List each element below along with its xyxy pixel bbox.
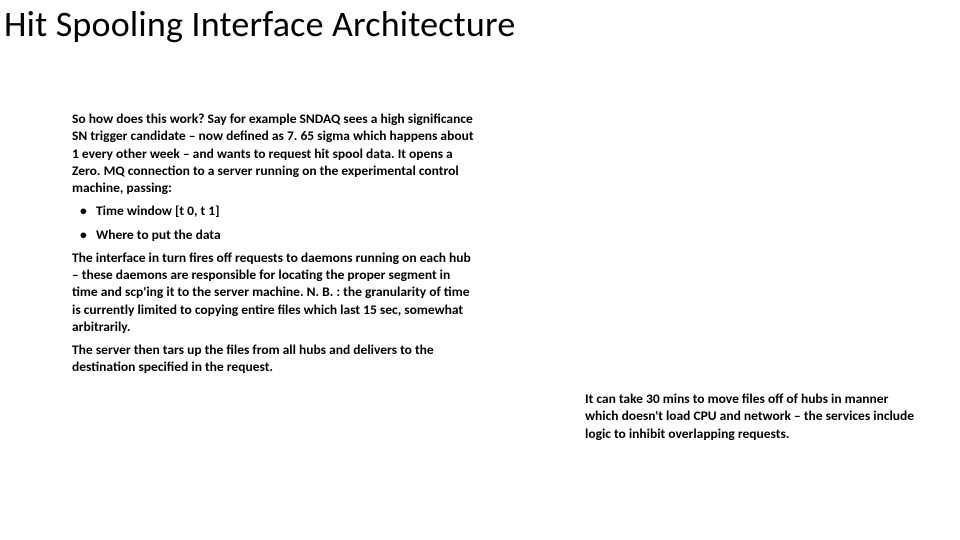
params-list: Time window [t 0, t 1] Where to put the … (72, 202, 474, 243)
slide-title: Hit Spooling Interface Architecture (4, 2, 515, 46)
bullet-destination: Where to put the data (96, 226, 474, 243)
slide: Hit Spooling Interface Architecture So h… (0, 0, 960, 540)
timing-note: It can take 30 mins to move files off of… (585, 390, 915, 442)
left-column: So how does this work? Say for example S… (72, 110, 474, 382)
right-column: It can take 30 mins to move files off of… (585, 390, 915, 442)
server-paragraph: The server then tars up the files from a… (72, 341, 474, 376)
daemons-paragraph: The interface in turn fires off requests… (72, 249, 474, 335)
intro-paragraph: So how does this work? Say for example S… (72, 110, 474, 196)
bullet-time-window: Time window [t 0, t 1] (96, 202, 474, 219)
